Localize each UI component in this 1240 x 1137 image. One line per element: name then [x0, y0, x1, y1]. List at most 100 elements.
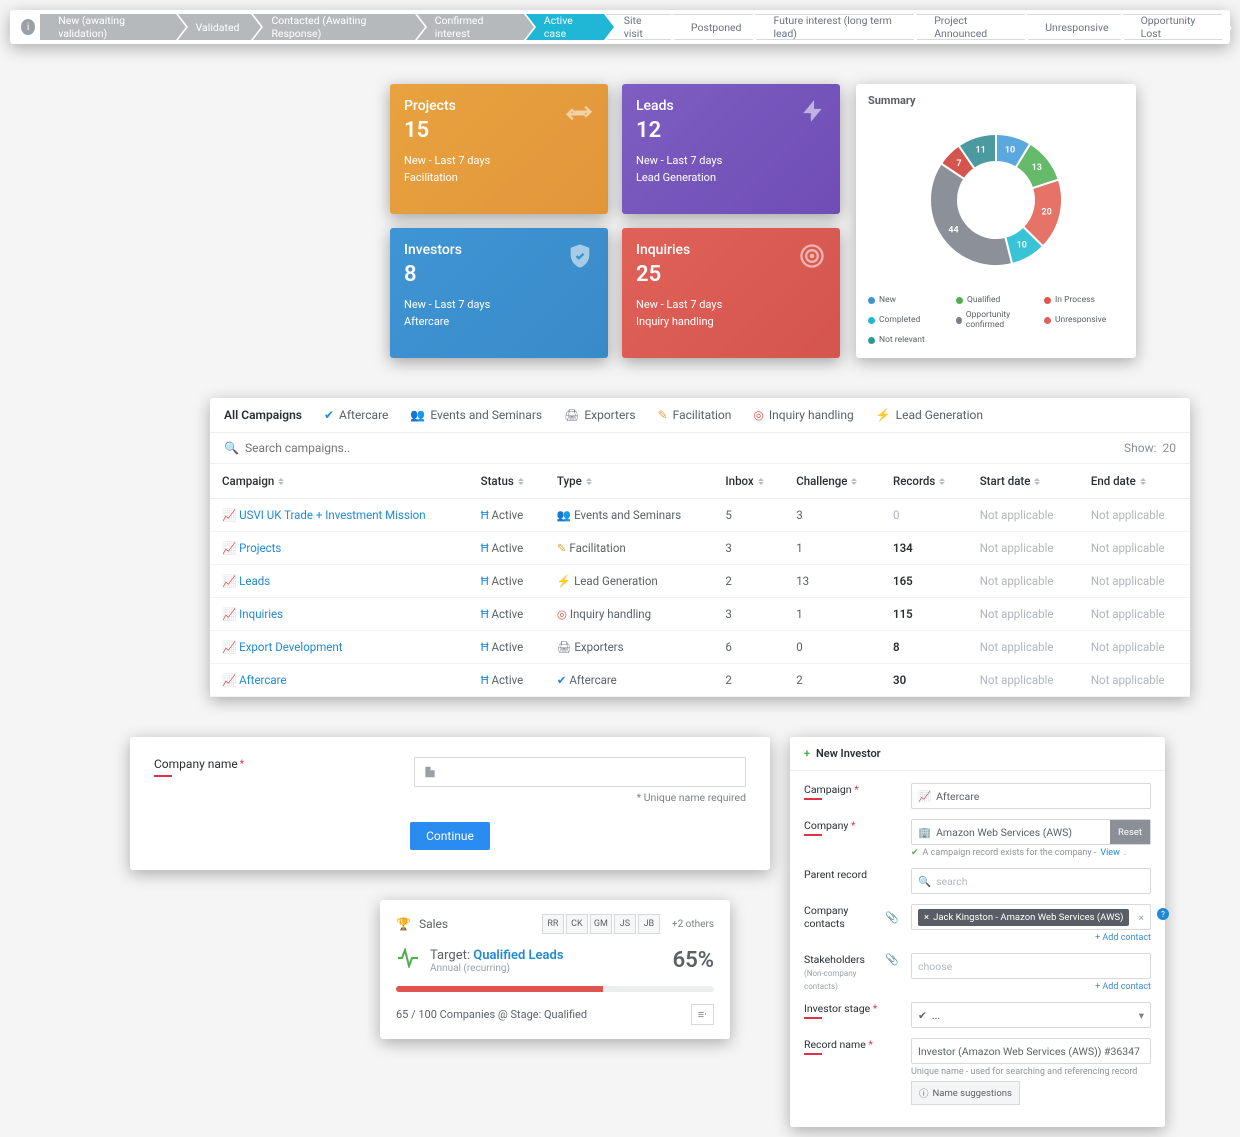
progress-bar	[396, 986, 714, 992]
company-name-input[interactable]	[414, 757, 746, 787]
search-icon: 🔍	[224, 441, 239, 455]
record-name-input[interactable]: Investor (Amazon Web Services (AWS)) #36…	[911, 1038, 1151, 1064]
svg-text:7: 7	[956, 159, 961, 169]
reset-button[interactable]: Reset	[1110, 820, 1150, 844]
show-value[interactable]: 20	[1163, 441, 1177, 455]
search-icon: 🔍	[918, 875, 931, 888]
target-icon	[798, 242, 826, 270]
pipeline-stage[interactable]: Validated	[178, 14, 252, 40]
add-stakeholder-link[interactable]: + Add contact	[911, 982, 1151, 992]
column-header[interactable]: Start date	[968, 464, 1079, 499]
name-suggestions-button[interactable]: ⓘName suggestions	[911, 1081, 1020, 1105]
campaign-tab[interactable]: 👥Events and Seminars	[410, 408, 542, 422]
pipeline-stage[interactable]: Unresponsive	[1027, 14, 1120, 40]
table-row: 📈 USVI UK Trade + Investment Mission Ħ A…	[210, 499, 1190, 532]
metric-projects[interactable]: Projects 15 New - Last 7 daysFacilitatio…	[390, 84, 608, 214]
pipeline-stage[interactable]: Site visit	[606, 14, 671, 40]
legend-item: New	[868, 295, 948, 305]
attachment-icon: 📎	[885, 911, 899, 924]
chart-line-icon: 📈	[918, 790, 931, 803]
campaign-tab[interactable]: ⚡Lead Generation	[876, 408, 983, 422]
target-pct: 65%	[673, 948, 714, 973]
legend-item: Opportunity confirmed	[956, 310, 1036, 330]
pipeline-stage[interactable]: New (awaiting validation)	[40, 14, 175, 40]
avatar[interactable]: RR	[542, 914, 564, 934]
campaign-tab[interactable]: ✔Aftercare	[324, 408, 388, 422]
info-icon[interactable]: i	[21, 19, 35, 35]
legend-item: Not relevant	[868, 335, 948, 345]
campaign-link[interactable]: 📈 Projects	[210, 532, 469, 565]
target-subtitle: Annual (recurring)	[430, 963, 564, 974]
metric-inquiries[interactable]: Inquiries 25 New - Last 7 daysInquiry ha…	[622, 228, 840, 358]
help-icon[interactable]: ?	[1157, 908, 1169, 920]
svg-text:11: 11	[975, 146, 985, 156]
svg-text:10: 10	[1005, 145, 1015, 155]
campaign-tab[interactable]: ✎Facilitation	[658, 408, 732, 422]
progress-status: 65 / 100 Companies @ Stage: Qualified	[396, 1008, 587, 1021]
shield-check-icon	[566, 242, 594, 270]
metric-investors[interactable]: Investors 8 New - Last 7 daysAftercare	[390, 228, 608, 358]
investor-form-title: New Investor	[816, 747, 881, 760]
campaign-tab[interactable]: 🖨Exporters	[564, 408, 636, 422]
sales-widget: 🏆 Sales RRCKGMJSJB +2 others Target: Qua…	[380, 900, 730, 1039]
avatar[interactable]: JS	[614, 914, 636, 934]
metric-leads[interactable]: Leads 12 New - Last 7 daysLead Generatio…	[622, 84, 840, 214]
view-link[interactable]: View	[1100, 848, 1119, 858]
legend-item: Qualified	[956, 295, 1036, 305]
svg-text:13: 13	[1032, 163, 1042, 173]
pipeline-stage[interactable]: Postponed	[673, 14, 754, 40]
building-icon: 🏢	[918, 826, 931, 839]
pipeline-stage[interactable]: Confirmed interest	[417, 14, 524, 40]
campaign-link[interactable]: 📈 Export Development	[210, 631, 469, 664]
column-header[interactable]: Inbox	[713, 464, 784, 499]
target-value[interactable]: Qualified Leads	[473, 948, 563, 963]
column-header[interactable]: End date	[1079, 464, 1190, 499]
show-label: Show:	[1124, 441, 1157, 455]
company-name-label: Company name	[154, 757, 238, 771]
add-contact-link[interactable]: + Add contact	[911, 933, 1151, 943]
campaign-tab[interactable]: ◎Inquiry handling	[753, 408, 853, 422]
others-count[interactable]: +2 others	[672, 919, 714, 930]
avatar[interactable]: GM	[590, 914, 612, 934]
stakeholders-input[interactable]: choose	[911, 953, 1151, 979]
contact-chip[interactable]: ×Jack Kingston - Amazon Web Services (AW…	[918, 909, 1129, 926]
campaign-tab[interactable]: All Campaigns	[224, 408, 302, 422]
campaign-tabs: All Campaigns ✔Aftercare 👥Events and Semin…	[210, 398, 1190, 433]
pipeline-stage[interactable]: Active case	[526, 14, 604, 40]
investor-stage-select[interactable]: ✔...▾	[911, 1002, 1151, 1028]
campaign-link[interactable]: 📈 Aftercare	[210, 664, 469, 697]
summary-donut: 1013201044711	[911, 115, 1081, 285]
pipeline-stage[interactable]: Project Announced	[916, 14, 1025, 40]
pipeline-stage[interactable]: Future interest (long term lead)	[755, 14, 914, 40]
avatar[interactable]: JB	[638, 914, 660, 934]
svg-text:44: 44	[948, 225, 958, 235]
column-header[interactable]: Challenge	[784, 464, 881, 499]
campaign-select[interactable]: 📈Aftercare	[911, 783, 1151, 809]
search-campaigns-input[interactable]	[245, 441, 445, 455]
campaign-link[interactable]: 📈 USVI UK Trade + Investment Mission	[210, 499, 469, 532]
legend-item: In Process	[1044, 295, 1124, 305]
exchange-icon	[564, 98, 594, 128]
info-icon: ⓘ	[919, 1086, 929, 1100]
column-header[interactable]: Status	[469, 464, 545, 499]
sales-title: Sales	[419, 917, 448, 931]
svg-text:10: 10	[1017, 241, 1027, 251]
company-input[interactable]: 🏢 Amazon Web Services (AWS) Reset	[911, 819, 1151, 845]
campaigns-table: CampaignStatusTypeInboxChallengeRecordsS…	[210, 464, 1190, 697]
pipeline-stage[interactable]: Contacted (Awaiting Response)	[253, 14, 414, 40]
options-icon[interactable]: ≡·	[691, 1004, 714, 1025]
campaign-link[interactable]: 📈 Leads	[210, 565, 469, 598]
campaigns-panel: All Campaigns ✔Aftercare 👥Events and Semin…	[210, 398, 1190, 697]
campaign-link[interactable]: 📈 Inquiries	[210, 598, 469, 631]
table-row: 📈 Projects Ħ Active ✎ Facilitation 3 1 1…	[210, 532, 1190, 565]
column-header[interactable]: Campaign	[210, 464, 469, 499]
continue-button[interactable]: Continue	[410, 822, 490, 850]
column-header[interactable]: Type	[545, 464, 713, 499]
column-header[interactable]: Records	[881, 464, 968, 499]
attachment-icon: 📎	[885, 953, 899, 966]
company-form: Company name * * Unique name required Co…	[130, 737, 770, 870]
parent-record-search[interactable]: 🔍search	[911, 868, 1151, 894]
contacts-input[interactable]: ×Jack Kingston - Amazon Web Services (AW…	[911, 904, 1151, 930]
avatar[interactable]: CK	[566, 914, 588, 934]
pipeline-stage[interactable]: Opportunity Lost	[1123, 14, 1222, 40]
